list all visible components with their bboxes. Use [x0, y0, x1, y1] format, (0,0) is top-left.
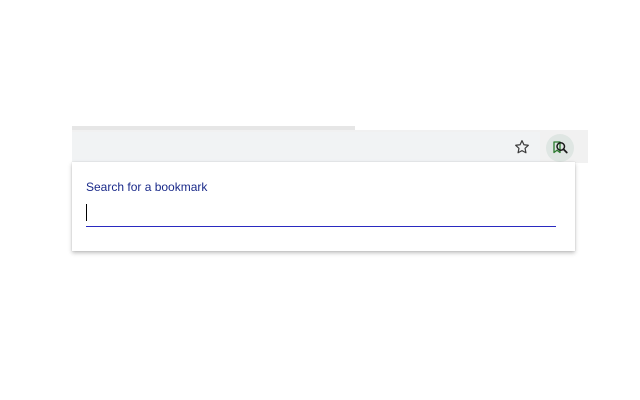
browser-toolbar: [72, 130, 588, 163]
search-label: Search for a bookmark: [86, 180, 208, 194]
star-outline-icon: [515, 140, 529, 154]
bookmark-star-button[interactable]: [510, 135, 534, 159]
bookmark-search-popup: Search for a bookmark: [72, 162, 575, 251]
text-caret: [86, 204, 87, 221]
bookmark-search-icon: [553, 141, 568, 154]
bookmark-search-extension-button[interactable]: [546, 134, 574, 162]
bookmark-search-input[interactable]: [86, 200, 556, 227]
address-bar[interactable]: [72, 132, 540, 162]
